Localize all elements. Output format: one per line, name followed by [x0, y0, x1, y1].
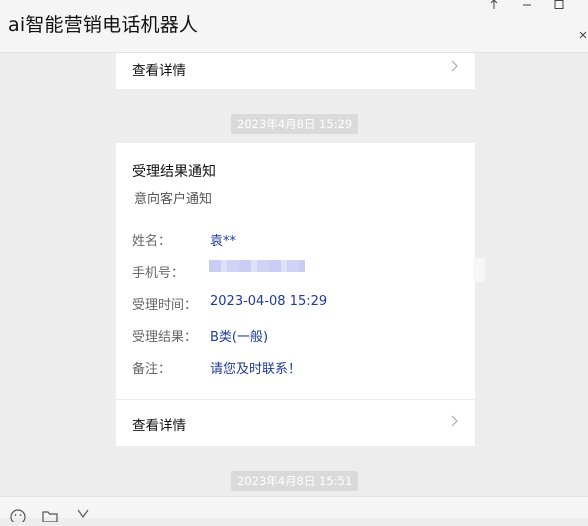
field-label: 备注： [132, 362, 172, 377]
card-subtitle: 意向客户通知 [134, 192, 213, 207]
title-bar: ai智能营销电话机器人 [0, 0, 588, 53]
chevron-right-icon [447, 58, 461, 72]
field-value: 请您及时联系！ [210, 362, 302, 377]
card-previous: 查看详情 [116, 53, 475, 89]
field-label: 手机号： [132, 266, 185, 281]
card-title: 受理结果通知 [132, 164, 216, 180]
scrollbar-thumb[interactable] [473, 258, 485, 282]
view-details-row[interactable]: 查看详情 [116, 400, 475, 444]
maximize-icon[interactable] [552, 0, 566, 12]
redacted-phone [209, 260, 305, 272]
minimize-icon[interactable] [520, 0, 534, 12]
message-area: 查看详情 2023年4月8日 15:29 受理结果通知 意向客户通知 姓名： 袁… [0, 53, 588, 496]
view-details-label: 查看详情 [132, 63, 186, 79]
view-details-label: 查看详情 [132, 418, 186, 434]
timestamp: 2023年4月8日 15:51 [231, 471, 359, 491]
expand-icon[interactable] [578, 30, 588, 42]
folder-icon[interactable] [41, 507, 59, 523]
view-details-row[interactable]: 查看详情 [116, 53, 475, 89]
input-toolbar [0, 496, 588, 525]
notification-card: 受理结果通知 意向客户通知 姓名： 袁** 手机号： 受理时间： 2023-04… [116, 143, 475, 446]
scissors-icon[interactable] [74, 507, 92, 521]
pin-icon[interactable] [487, 0, 501, 12]
timestamp: 2023年4月8日 15:29 [231, 114, 359, 134]
field-value: 袁** [210, 234, 237, 249]
emoji-icon[interactable] [9, 507, 27, 525]
field-label: 受理时间： [132, 298, 198, 313]
field-label: 受理结果： [132, 330, 198, 345]
field-value: B类(一般) [210, 330, 269, 345]
window-title: ai智能营销电话机器人 [8, 14, 199, 36]
chevron-right-icon [447, 413, 461, 427]
field-value: 2023-04-08 15:29 [210, 294, 328, 309]
field-label: 姓名： [132, 234, 172, 249]
